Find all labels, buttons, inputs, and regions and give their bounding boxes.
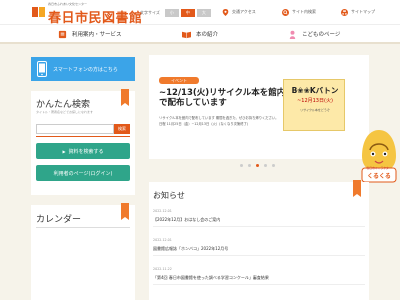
search-divider (36, 136, 130, 137)
slide-category-badge: イベント (159, 77, 199, 84)
open-book-icon (182, 31, 191, 38)
news-date: 2022.11.22 (153, 267, 172, 271)
sitemap-icon (341, 8, 348, 16)
news-item[interactable]: 2022.11.22 「第4回 春日市図書館を使った調べる学習コンクール」審査結… (153, 265, 365, 285)
nav-item-books[interactable]: 本の紹介 (182, 25, 218, 43)
ribbon-decoration (121, 203, 129, 220)
ribbon-decoration (353, 180, 361, 197)
quick-search-note: タイトル・著者名などでお探しになれます (36, 110, 93, 114)
search-row: 検索 (36, 124, 130, 134)
news-item[interactable]: 2022.12.01 【2022年12月】おはなし会のご案内 (153, 207, 365, 227)
mascot-kurukuru-image (361, 130, 397, 183)
font-size-label: 文字サイズ (140, 9, 160, 15)
font-size-medium-button[interactable]: 中 (180, 8, 195, 17)
calendar-title: カレンダー (36, 215, 82, 225)
site-search-label: サイト内検索 (292, 9, 316, 14)
nav-item-guide[interactable]: 利用案内・サービス (58, 25, 122, 43)
logo-subtitle: 春日市ふれあい文化センター (48, 2, 88, 6)
detail-search-label: 資料を検索する (68, 148, 104, 155)
news-title: お知らせ (153, 191, 185, 200)
news-text: 【2022年12月】おはなし会のご案内 (153, 217, 221, 222)
detail-search-button[interactable]: ▶ 資料を検索する (36, 143, 130, 159)
global-nav: 利用案内・サービス 本の紹介 こどものページ (0, 24, 400, 44)
page: 春日市ふれあい文化センター 春日市民図書館 文字サイズ 小 中 大 交通アクセス… (0, 0, 400, 300)
site-header: 春日市ふれあい文化センター 春日市民図書館 文字サイズ 小 中 大 交通アクセス… (0, 0, 400, 26)
slide-image-date: ~12月13日(火) (297, 98, 333, 104)
mypage-login-button[interactable]: 利用者のページ(ログイン) (36, 165, 130, 181)
carousel-slide[interactable]: イベント ~12/13(火)リサイクル本を館内で配布しています リサイクル本を館… (149, 55, 369, 159)
news-text: 「第4回 春日市図書館を使った調べる学習コンクール」審査結果 (153, 275, 269, 280)
calendar-divider (36, 227, 130, 228)
ribbon-decoration (121, 89, 129, 106)
slide-image-note: リサイクル本をどうぞ (300, 108, 330, 112)
site-search-link[interactable]: サイト内検索 (282, 7, 316, 17)
sitemap-link[interactable]: サイトマップ (341, 7, 375, 17)
quick-search-title: かんたん検索 (36, 100, 91, 110)
book-icon (58, 30, 67, 38)
carousel-dot-active[interactable] (256, 164, 259, 167)
access-label: 交通アクセス (232, 9, 256, 14)
carousel-dot[interactable] (248, 164, 251, 167)
access-link[interactable]: 交通アクセス (222, 7, 256, 17)
font-size-small-button[interactable]: 小 (164, 8, 179, 17)
news-date: 2022.12.01 (153, 238, 172, 242)
search-input[interactable] (36, 124, 114, 134)
nav-label-books: 本の紹介 (196, 32, 219, 38)
slide-image-title: B❀❀Kバトン (291, 86, 339, 95)
news-item[interactable]: 2022.12.01 図書館広報誌「ホンバコ」2022年12月号 (153, 236, 365, 256)
news-text: 図書館広報誌「ホンバコ」2022年12月号 (153, 246, 229, 251)
news-date: 2022.12.01 (153, 209, 172, 213)
chevron-right-icon: ▶ (62, 148, 66, 154)
nav-label-guide: 利用案内・サービス (72, 32, 122, 38)
smartphone-label: スマートフォンの方はこちら (53, 66, 118, 73)
library-logo-icon (32, 7, 45, 17)
smartphone-banner[interactable]: スマートフォンの方はこちら (31, 57, 135, 81)
map-pin-icon (222, 8, 229, 16)
search-icon (282, 8, 289, 16)
search-button[interactable]: 検索 (114, 124, 130, 134)
quick-search-panel: かんたん検索 タイトル・著者名などでお探しになれます 検索 ▶ 資料を検索する … (31, 89, 135, 195)
sitemap-label: サイトマップ (351, 9, 375, 14)
news-panel: お知らせ 2022.12.01 【2022年12月】おはなし会のご案内 2022… (149, 180, 369, 300)
slide-image: B❀❀Kバトン ~12月13日(火) リサイクル本をどうぞ (283, 79, 345, 131)
nav-label-kids: こどものページ (302, 32, 341, 38)
font-size-switcher: 文字サイズ 小 中 大 (140, 8, 213, 17)
calendar-panel: カレンダー (31, 203, 135, 300)
slide-text: リサイクル本を館内で配布しています 期間を過ぎた、ぜひお持ち帰りください。日程 … (159, 116, 279, 126)
mascot-caption: 春日市キャラクター (366, 166, 392, 170)
slide-title: ~12/13(火)リサイクル本を館内で配布しています (159, 88, 286, 108)
carousel-pagination (240, 164, 280, 167)
carousel-dot[interactable] (272, 164, 275, 167)
smartphone-icon (37, 61, 47, 77)
carousel-dot[interactable] (240, 164, 243, 167)
mascot-name: くるくる (367, 173, 391, 180)
carousel-dot[interactable] (264, 164, 267, 167)
nav-item-kids[interactable]: こどものページ (288, 25, 340, 43)
font-size-large-button[interactable]: 大 (196, 8, 211, 17)
child-icon (289, 30, 296, 39)
mypage-login-label: 利用者のページ(ログイン) (53, 170, 113, 177)
